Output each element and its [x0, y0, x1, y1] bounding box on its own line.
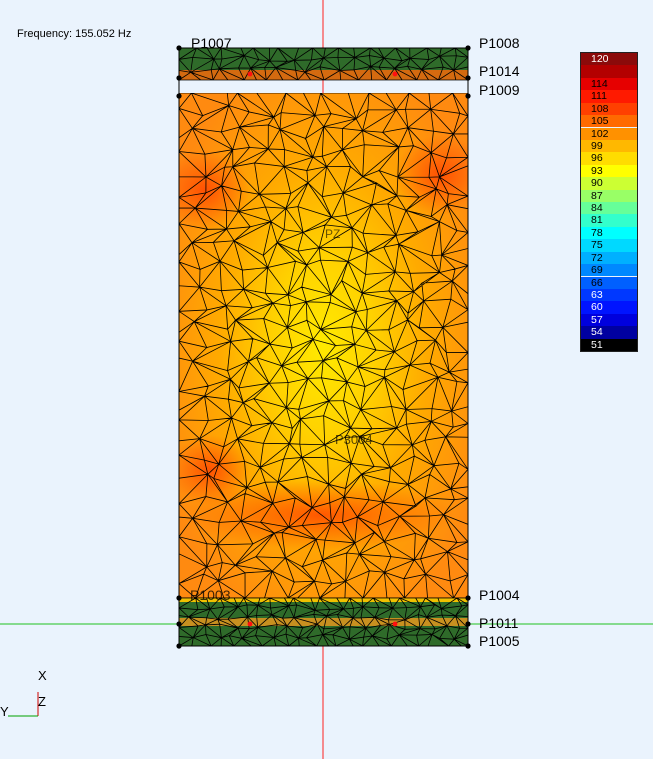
source-marker — [247, 71, 253, 77]
legend-entry: 69 — [581, 264, 637, 277]
node-marker — [465, 621, 471, 627]
legend-entry: 111 — [581, 90, 637, 103]
frequency-readout: Frequency: 155.052 Hz — [17, 28, 132, 40]
node-marker — [176, 643, 182, 649]
legend-entry: 102 — [581, 127, 637, 140]
node-marker — [465, 595, 471, 601]
bottom-bands[interactable] — [178, 597, 469, 647]
legend-entry: 84 — [581, 202, 637, 215]
model-viewport[interactable]: P1007 P1008 P1014 P1009 P1003 P1004 P101… — [0, 0, 653, 759]
axis-y-label: Y — [0, 704, 9, 719]
legend-entry: 81 — [581, 214, 637, 227]
legend-entry: 75 — [581, 239, 637, 252]
legend-entry: 57 — [581, 313, 637, 327]
node-marker — [465, 45, 471, 51]
point-label-p1004[interactable]: P1004 — [479, 587, 520, 603]
axis-x-label: X — [38, 668, 47, 683]
axis-z-label: Z — [38, 694, 46, 709]
fe-mesh-scene[interactable]: P1007 P1008 P1014 P1009 P1003 P1004 P101… — [0, 0, 653, 759]
main-panel[interactable] — [160, 93, 485, 598]
legend-entry: 93 — [581, 164, 637, 178]
node-marker — [176, 45, 182, 51]
node-marker — [465, 643, 471, 649]
point-label-p1005[interactable]: P1005 — [479, 633, 520, 649]
color-legend[interactable]: 120 114 111 108 105 102 99 96 93 90 87 84 81 78 75 72 69… — [580, 52, 638, 352]
legend-entry: 66 — [581, 276, 637, 289]
legend-entry: 96 — [581, 152, 637, 165]
legend-entry: 60 — [581, 301, 637, 314]
legend-entry: 120 — [581, 53, 637, 66]
source-marker — [247, 621, 253, 627]
point-label-p1011[interactable]: P1011 — [479, 615, 519, 631]
legend-entry: 51 — [581, 338, 637, 351]
point-label-p3004[interactable]: P3004 — [335, 432, 373, 447]
axis-triad: X Z Y — [0, 668, 47, 719]
top-band[interactable] — [178, 47, 469, 81]
point-label-p1003[interactable]: P1003 — [190, 587, 231, 603]
legend-entry — [581, 65, 637, 78]
point-label-p1007[interactable]: P1007 — [191, 35, 232, 51]
node-marker — [176, 75, 182, 81]
legend-entry: 114 — [581, 77, 637, 91]
legend-entry: 54 — [581, 326, 637, 339]
legend-entry: 78 — [581, 226, 637, 240]
legend-entry: 90 — [581, 177, 637, 190]
node-marker — [465, 93, 471, 99]
legend-entry: 72 — [581, 251, 637, 265]
node-marker — [176, 621, 182, 627]
source-marker — [392, 621, 398, 627]
legend-entry: 63 — [581, 288, 637, 302]
legend-entry: 105 — [581, 115, 637, 128]
node-marker — [176, 595, 182, 601]
legend-entry: 87 — [581, 189, 637, 202]
legend-entry: 99 — [581, 139, 637, 153]
point-label-p1008[interactable]: P1008 — [479, 35, 520, 51]
point-label-p1009[interactable]: P1009 — [479, 82, 520, 98]
point-label-pz[interactable]: PZ — [325, 227, 340, 241]
legend-entry: 108 — [581, 102, 637, 116]
node-marker — [465, 75, 471, 81]
point-label-p1014[interactable]: P1014 — [479, 63, 520, 79]
node-marker — [176, 93, 182, 99]
source-marker — [392, 71, 398, 77]
